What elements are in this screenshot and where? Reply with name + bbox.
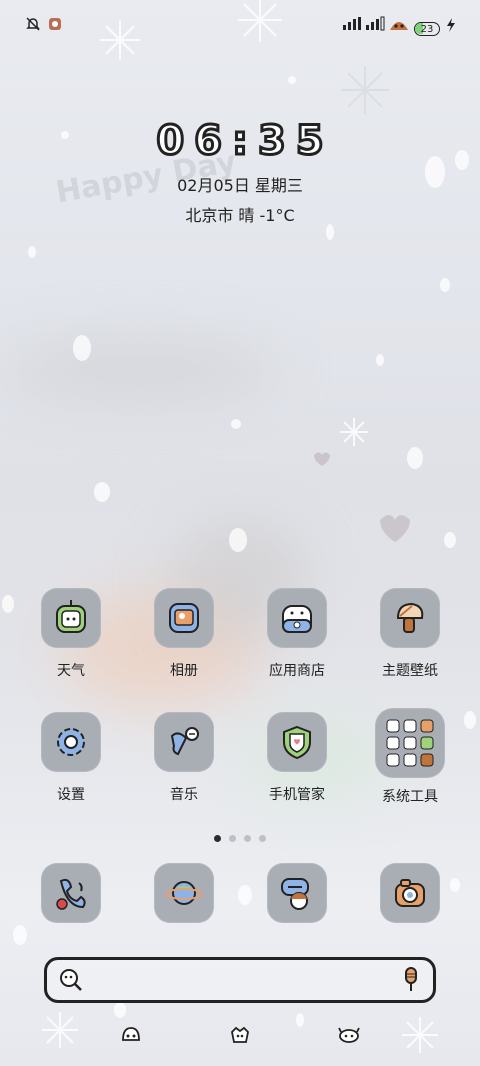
app-theme[interactable]: 主题壁纸 [355, 588, 465, 680]
app-label: 相册 [170, 663, 198, 679]
music-icon [154, 712, 214, 772]
dock-browser[interactable] [129, 863, 239, 923]
dock-messages[interactable] [242, 863, 352, 923]
clock-weather: 北京市 晴 -1°C [185, 206, 295, 225]
wallpaper-blob [0, 340, 280, 400]
page-dot[interactable] [229, 835, 236, 842]
app-store-icon [267, 588, 327, 648]
settings-gear-icon [41, 712, 101, 772]
clock-date: 02月05日 星期三 [177, 176, 303, 195]
app-notification-icon [48, 16, 62, 35]
battery-icon: 23 [414, 17, 440, 36]
search-bar[interactable] [44, 957, 436, 1003]
messages-icon [267, 863, 327, 923]
app-label: 主题壁纸 [382, 663, 438, 679]
status-bar: 23 [0, 12, 480, 38]
page-dot-active[interactable] [214, 835, 221, 842]
app-store[interactable]: 应用商店 [242, 588, 352, 680]
page-dot[interactable] [244, 835, 251, 842]
page-dot[interactable] [259, 835, 266, 842]
app-settings[interactable]: 设置 [16, 712, 126, 804]
app-label: 天气 [57, 663, 85, 679]
nav-right-icon[interactable] [338, 1026, 360, 1048]
wifi-cat-icon [388, 16, 410, 36]
phone-icon [41, 863, 101, 923]
app-label: 系统工具 [382, 789, 438, 805]
dock-camera[interactable] [355, 863, 465, 923]
weather-icon [41, 588, 101, 648]
app-label: 应用商店 [269, 663, 325, 679]
phone-manager-icon [267, 712, 327, 772]
camera-icon [380, 863, 440, 923]
app-gallery[interactable]: 相册 [129, 588, 239, 680]
search-face-icon[interactable] [59, 968, 83, 996]
microphone-icon[interactable] [401, 966, 421, 998]
lightning-icon [446, 17, 456, 36]
nav-left-icon[interactable] [121, 1026, 141, 1048]
browser-planet-icon [154, 863, 214, 923]
bell-muted-icon [25, 16, 41, 36]
app-label: 音乐 [170, 787, 198, 803]
battery-level: 23 [420, 24, 434, 35]
theme-icon [380, 588, 440, 648]
dock-phone[interactable] [16, 863, 126, 923]
app-label: 设置 [57, 787, 85, 803]
clock-time: 06:35 [155, 117, 334, 166]
app-weather[interactable]: 天气 [16, 588, 126, 680]
app-phone-manager[interactable]: 手机管家 [242, 712, 352, 804]
clock-widget[interactable]: 06:35 02月05日 星期三 北京市 晴 -1°C [0, 117, 480, 226]
nav-home-icon[interactable] [230, 1026, 250, 1048]
app-label: 手机管家 [269, 787, 325, 803]
gallery-icon [154, 588, 214, 648]
page-indicator[interactable] [0, 827, 480, 846]
signal-2-icon [365, 16, 385, 36]
signal-1-icon [342, 16, 362, 36]
app-music[interactable]: 音乐 [129, 712, 239, 804]
system-tools-folder-icon [375, 708, 445, 778]
folder-system-tools[interactable]: 系统工具 [355, 708, 465, 806]
